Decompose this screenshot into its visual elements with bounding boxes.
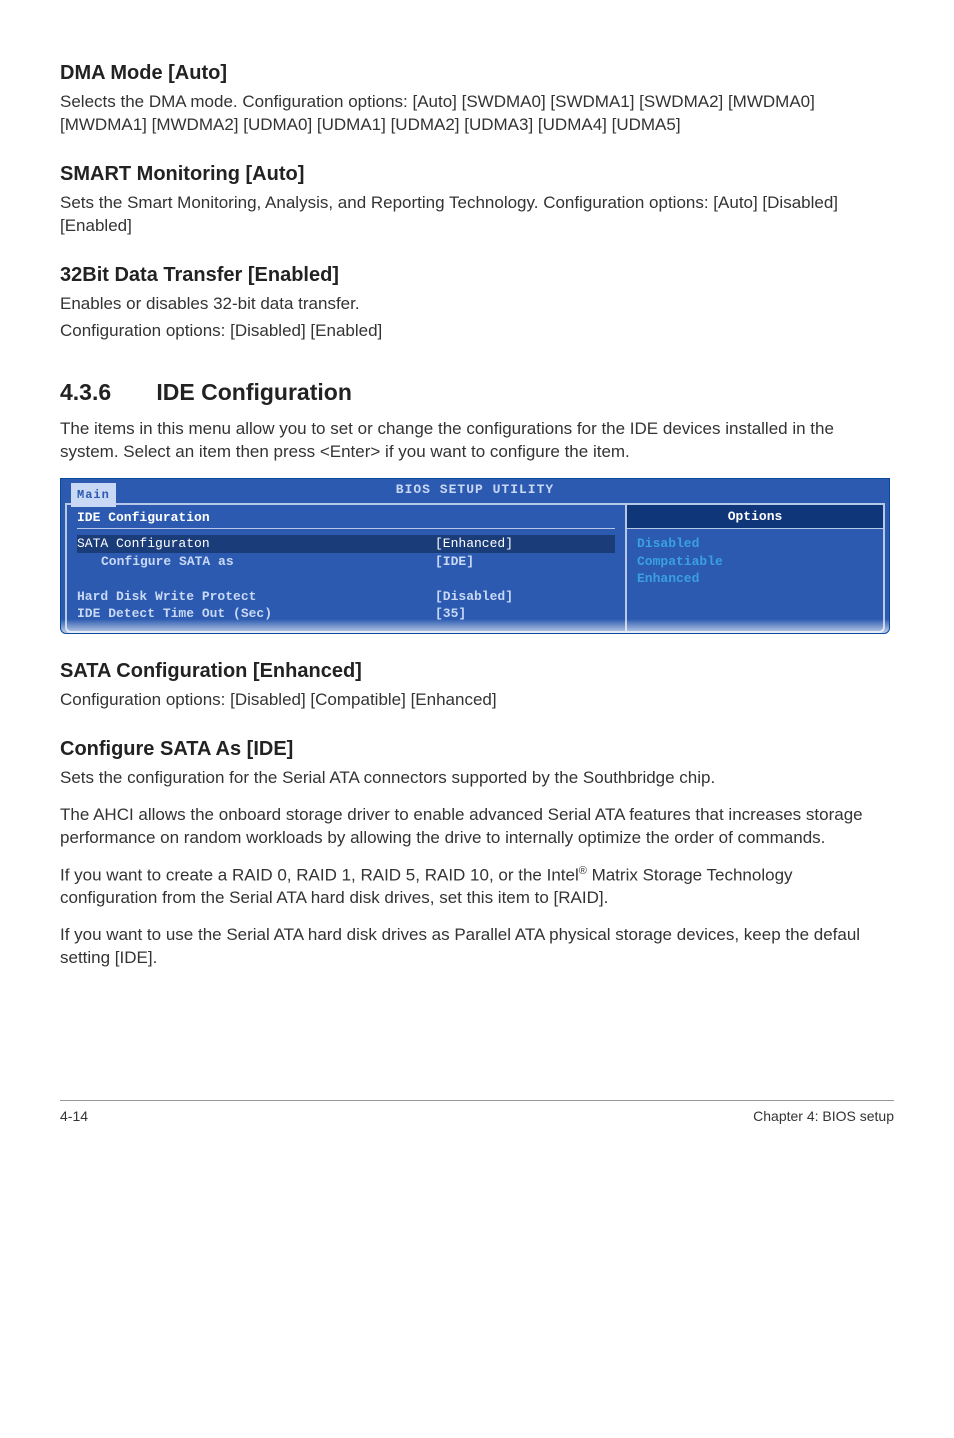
section-intro: The items in this menu allow you to set … xyxy=(60,418,894,464)
bios-setting-row: IDE Detect Time Out (Sec)[35] xyxy=(77,605,615,623)
bios-option-item: Disabled xyxy=(637,535,873,553)
bit32-heading: 32Bit Data Transfer [Enabled] xyxy=(60,262,894,289)
chapter-label: Chapter 4: BIOS setup xyxy=(753,1107,894,1126)
section-number: 4.3.6 xyxy=(60,377,150,408)
bios-setting-key: SATA Configuraton xyxy=(77,535,435,553)
bios-setting-value: [Disabled] xyxy=(435,588,615,606)
bios-options-header: Options xyxy=(627,505,883,530)
smart-heading: SMART Monitoring [Auto] xyxy=(60,161,894,188)
reg-mark: ® xyxy=(579,865,587,877)
bios-left-panel: IDE Configuration SATA Configuraton[Enha… xyxy=(65,503,625,633)
section-heading: 4.3.6 IDE Configuration xyxy=(60,377,894,408)
smart-body: Sets the Smart Monitoring, Analysis, and… xyxy=(60,192,894,238)
bios-setting-value: [IDE] xyxy=(435,553,615,571)
bios-option-item: Compatiable xyxy=(637,553,873,571)
bios-setting-row: Hard Disk Write Protect[Disabled] xyxy=(77,588,615,606)
dma-mode-heading: DMA Mode [Auto] xyxy=(60,60,894,87)
bios-setting-key: Configure SATA as xyxy=(77,553,435,571)
bios-setting-key: IDE Detect Time Out (Sec) xyxy=(77,605,435,623)
dma-mode-body: Selects the DMA mode. Configuration opti… xyxy=(60,91,894,137)
section-title: IDE Configuration xyxy=(156,379,351,405)
bios-topbar: Main BIOS SETUP UTILITY xyxy=(61,479,889,501)
sata-conf-heading: SATA Configuration [Enhanced] xyxy=(60,658,894,685)
conf-sata-p2: The AHCI allows the onboard storage driv… xyxy=(60,804,894,850)
bios-setting-row: SATA Configuraton[Enhanced] xyxy=(77,535,615,553)
conf-sata-p3a: If you want to create a RAID 0, RAID 1, … xyxy=(60,865,579,884)
bios-tab-main: Main xyxy=(71,483,116,507)
bios-screenshot: Main BIOS SETUP UTILITY IDE Configuratio… xyxy=(60,478,890,634)
bit32-body2: Configuration options: [Disabled] [Enabl… xyxy=(60,320,894,343)
bios-setting-row xyxy=(77,570,615,588)
bios-setting-key xyxy=(77,570,435,588)
sata-conf-body: Configuration options: [Disabled] [Compa… xyxy=(60,689,894,712)
bios-title: BIOS SETUP UTILITY xyxy=(396,482,554,497)
bios-setting-row: Configure SATA as[IDE] xyxy=(77,553,615,571)
conf-sata-p4: If you want to use the Serial ATA hard d… xyxy=(60,924,894,970)
bit32-body1: Enables or disables 32-bit data transfer… xyxy=(60,293,894,316)
bios-right-panel: Options DisabledCompatiableEnhanced xyxy=(625,503,885,633)
bios-setting-value xyxy=(435,570,615,588)
conf-sata-heading: Configure SATA As [IDE] xyxy=(60,736,894,763)
conf-sata-p3: If you want to create a RAID 0, RAID 1, … xyxy=(60,864,894,911)
page-footer: 4-14 Chapter 4: BIOS setup xyxy=(60,1100,894,1126)
bios-setting-value: [35] xyxy=(435,605,615,623)
page-number: 4-14 xyxy=(60,1107,88,1126)
conf-sata-p1: Sets the configuration for the Serial AT… xyxy=(60,767,894,790)
bios-setting-value: [Enhanced] xyxy=(435,535,615,553)
bios-option-item: Enhanced xyxy=(637,570,873,588)
bios-left-header: IDE Configuration xyxy=(77,509,615,530)
bios-setting-key: Hard Disk Write Protect xyxy=(77,588,435,606)
